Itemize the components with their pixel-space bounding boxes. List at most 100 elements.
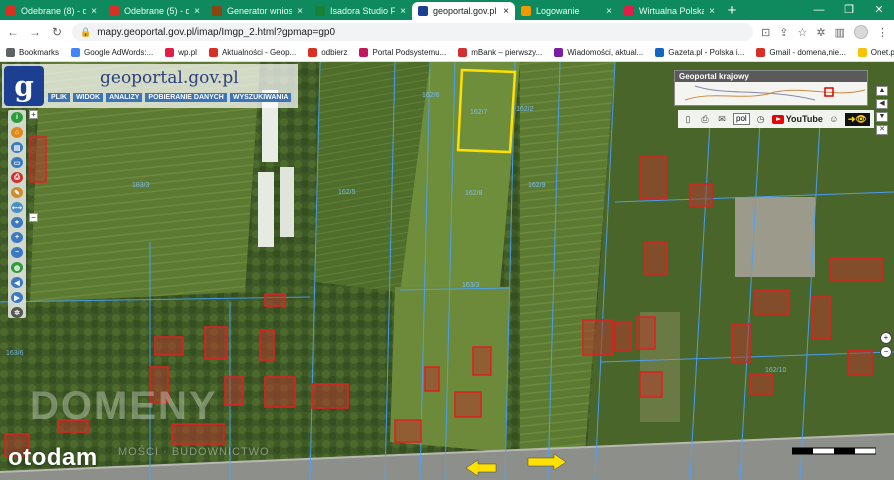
minimap-title: Geoportal krajowy xyxy=(675,71,867,82)
close-window-button[interactable]: ✕ xyxy=(864,0,894,20)
minimap-image[interactable] xyxy=(675,82,867,106)
bookmark-item[interactable]: Aktualności - Geop... xyxy=(208,48,296,57)
clock-icon[interactable]: ◷ xyxy=(755,113,767,125)
pan-up-icon[interactable]: ▲ xyxy=(876,86,888,96)
profile-avatar[interactable] xyxy=(854,25,868,39)
bookmark-item[interactable]: wp.pl xyxy=(165,48,197,57)
settings-icon[interactable]: ✲ xyxy=(11,307,23,318)
bookmark-item[interactable]: Gazeta.pl - Polska i... xyxy=(655,48,744,57)
bookmark-item[interactable]: Onet.pl - Polski Port... xyxy=(857,48,894,57)
pan-down-icon[interactable]: ▼ xyxy=(876,112,888,122)
lock-icon[interactable]: 🔒 xyxy=(80,27,91,38)
geoportal-logo[interactable]: g xyxy=(4,66,44,106)
url-input[interactable]: 🔒 mapy.geoportal.gov.pl/imap/Imgp_2.html… xyxy=(72,23,754,41)
forward-icon[interactable]: → xyxy=(28,25,42,39)
close-tab-icon[interactable]: × xyxy=(709,6,715,17)
zoom-out-button[interactable]: − xyxy=(29,213,38,222)
new-tab-button[interactable]: + xyxy=(721,2,743,20)
browser-tab[interactable]: Odebrane (8) - dom × xyxy=(0,2,103,20)
map-viewport[interactable]: 162/7 162/8 162/6 162/2 162/5 162/9 163/3 183/3… xyxy=(0,62,894,480)
bookmark-label: Google AdWords:... xyxy=(84,48,154,57)
wp-icon xyxy=(624,6,634,16)
gmail-icon xyxy=(6,6,16,16)
ruler-icon[interactable]: ⟷ xyxy=(11,202,23,213)
language-select[interactable]: pol xyxy=(733,113,750,125)
print-icon[interactable]: ⎙ xyxy=(11,172,23,183)
globe-icon[interactable]: ◍ xyxy=(11,262,23,273)
map-tools-bar: ▯ ⎙ ✉ pol ◷ YouTube ☺ ➜👁 xyxy=(678,110,874,128)
close-tab-icon[interactable]: × xyxy=(606,6,612,17)
close-minimap-icon[interactable]: ✕ xyxy=(876,125,888,135)
help-icon[interactable]: ☺ xyxy=(828,113,840,125)
zoom-out-tool-icon[interactable]: − xyxy=(11,247,23,258)
menu-item[interactable]: POBIERANIE DANYCH xyxy=(145,93,227,102)
pan-left-icon[interactable]: ◀ xyxy=(876,99,888,109)
back-view-icon[interactable]: ◀ xyxy=(11,277,23,288)
bookmark-icon xyxy=(6,48,15,57)
install-icon[interactable]: ⊡ xyxy=(761,26,770,39)
star-icon[interactable]: ☆ xyxy=(798,26,808,39)
close-tab-icon[interactable]: × xyxy=(400,6,406,17)
overview-minimap[interactable]: Geoportal krajowy xyxy=(674,70,868,106)
bookmark-item[interactable]: Bookmarks xyxy=(6,48,59,57)
bookmark-item[interactable]: Gmail - domena,nie... xyxy=(756,48,846,57)
tab-label: Isadora Studio Fix Pe xyxy=(330,6,396,16)
bookmark-item[interactable]: odbierz xyxy=(308,48,347,57)
menu-item[interactable]: WIDOK xyxy=(72,93,104,102)
browser-tab[interactable]: Generator wniosków × xyxy=(206,2,309,20)
otodam-watermark: otodam xyxy=(8,444,98,471)
bookmark-item[interactable]: Wiadomości, aktual... xyxy=(554,48,643,57)
mail-icon[interactable]: ✉ xyxy=(716,113,728,125)
measure-icon[interactable]: ✎ xyxy=(11,187,23,198)
zoom-slider[interactable]: + − xyxy=(29,110,38,222)
extensions-icon[interactable]: ✲ xyxy=(816,26,825,39)
accessibility-icon[interactable]: ➜👁 xyxy=(844,112,870,126)
bookmark-item[interactable]: Portal Podsystemu... xyxy=(359,48,446,57)
minimize-button[interactable]: — xyxy=(804,0,834,20)
close-tab-icon[interactable]: × xyxy=(297,6,303,17)
home-icon[interactable]: ⌂ xyxy=(11,127,23,138)
layers-icon[interactable]: ▤ xyxy=(11,142,23,153)
browser-tab[interactable]: Wirtualna Polska - W × xyxy=(618,2,721,20)
identify-icon[interactable]: ⌖ xyxy=(11,217,23,228)
sheets-icon xyxy=(315,6,325,16)
zoom-out-small-icon[interactable]: − xyxy=(880,346,892,358)
youtube-link[interactable]: YouTube xyxy=(771,114,823,124)
share-icon[interactable]: ⇪ xyxy=(779,26,788,39)
right-zoom-controls: + − xyxy=(880,332,892,362)
youtube-icon xyxy=(771,114,784,124)
browser-tab[interactable]: Odebrane (5) - dom × xyxy=(103,2,206,20)
zoom-in-button[interactable]: + xyxy=(29,110,38,119)
watermark-faint: DOMENY xyxy=(30,384,218,428)
close-tab-icon[interactable]: × xyxy=(503,6,509,17)
close-tab-icon[interactable]: × xyxy=(194,6,200,17)
parcel-label: 162/9 xyxy=(528,182,546,189)
zoom-in-tool-icon[interactable]: + xyxy=(11,232,23,243)
bookmark-item[interactable]: mBank – pierwszy... xyxy=(458,48,542,57)
browser-tab[interactable]: geoportal.gov.pl × xyxy=(412,2,515,20)
bookmarks-bar: Bookmarks Google AdWords:... wp.pl Aktualno… xyxy=(0,44,894,62)
back-icon[interactable]: ← xyxy=(6,25,20,39)
tab-label: geoportal.gov.pl xyxy=(433,6,497,16)
zoom-rail[interactable] xyxy=(32,121,35,211)
menu-item[interactable]: WYSZUKIWANIA xyxy=(229,93,292,102)
close-tab-icon[interactable]: × xyxy=(91,6,97,17)
bookmark-item[interactable]: Google AdWords:... xyxy=(71,48,153,57)
info-icon[interactable]: i xyxy=(11,112,23,123)
browser-tab[interactable]: Isadora Studio Fix Pe × xyxy=(309,2,412,20)
zoom-in-small-icon[interactable]: + xyxy=(880,332,892,344)
parcel-label: 162/10 xyxy=(765,367,787,374)
sidebar-icon[interactable]: ▥ xyxy=(835,26,845,39)
menu-item[interactable]: PLIK xyxy=(48,93,70,102)
menu-item[interactable]: ANALIZY xyxy=(106,93,143,102)
select-icon[interactable]: ▭ xyxy=(11,157,23,168)
reload-icon[interactable]: ↻ xyxy=(50,25,64,39)
printer-icon[interactable]: ⎙ xyxy=(699,113,711,125)
forward-view-icon[interactable]: ▶ xyxy=(11,292,23,303)
maximize-button[interactable]: ❐ xyxy=(834,0,864,20)
tab-label: Generator wniosków xyxy=(227,6,293,16)
bookmark-label: mBank – pierwszy... xyxy=(471,48,543,57)
document-icon[interactable]: ▯ xyxy=(682,113,694,125)
menu-icon[interactable]: ⋮ xyxy=(877,26,888,39)
browser-tab[interactable]: Logowanie × xyxy=(515,2,618,20)
